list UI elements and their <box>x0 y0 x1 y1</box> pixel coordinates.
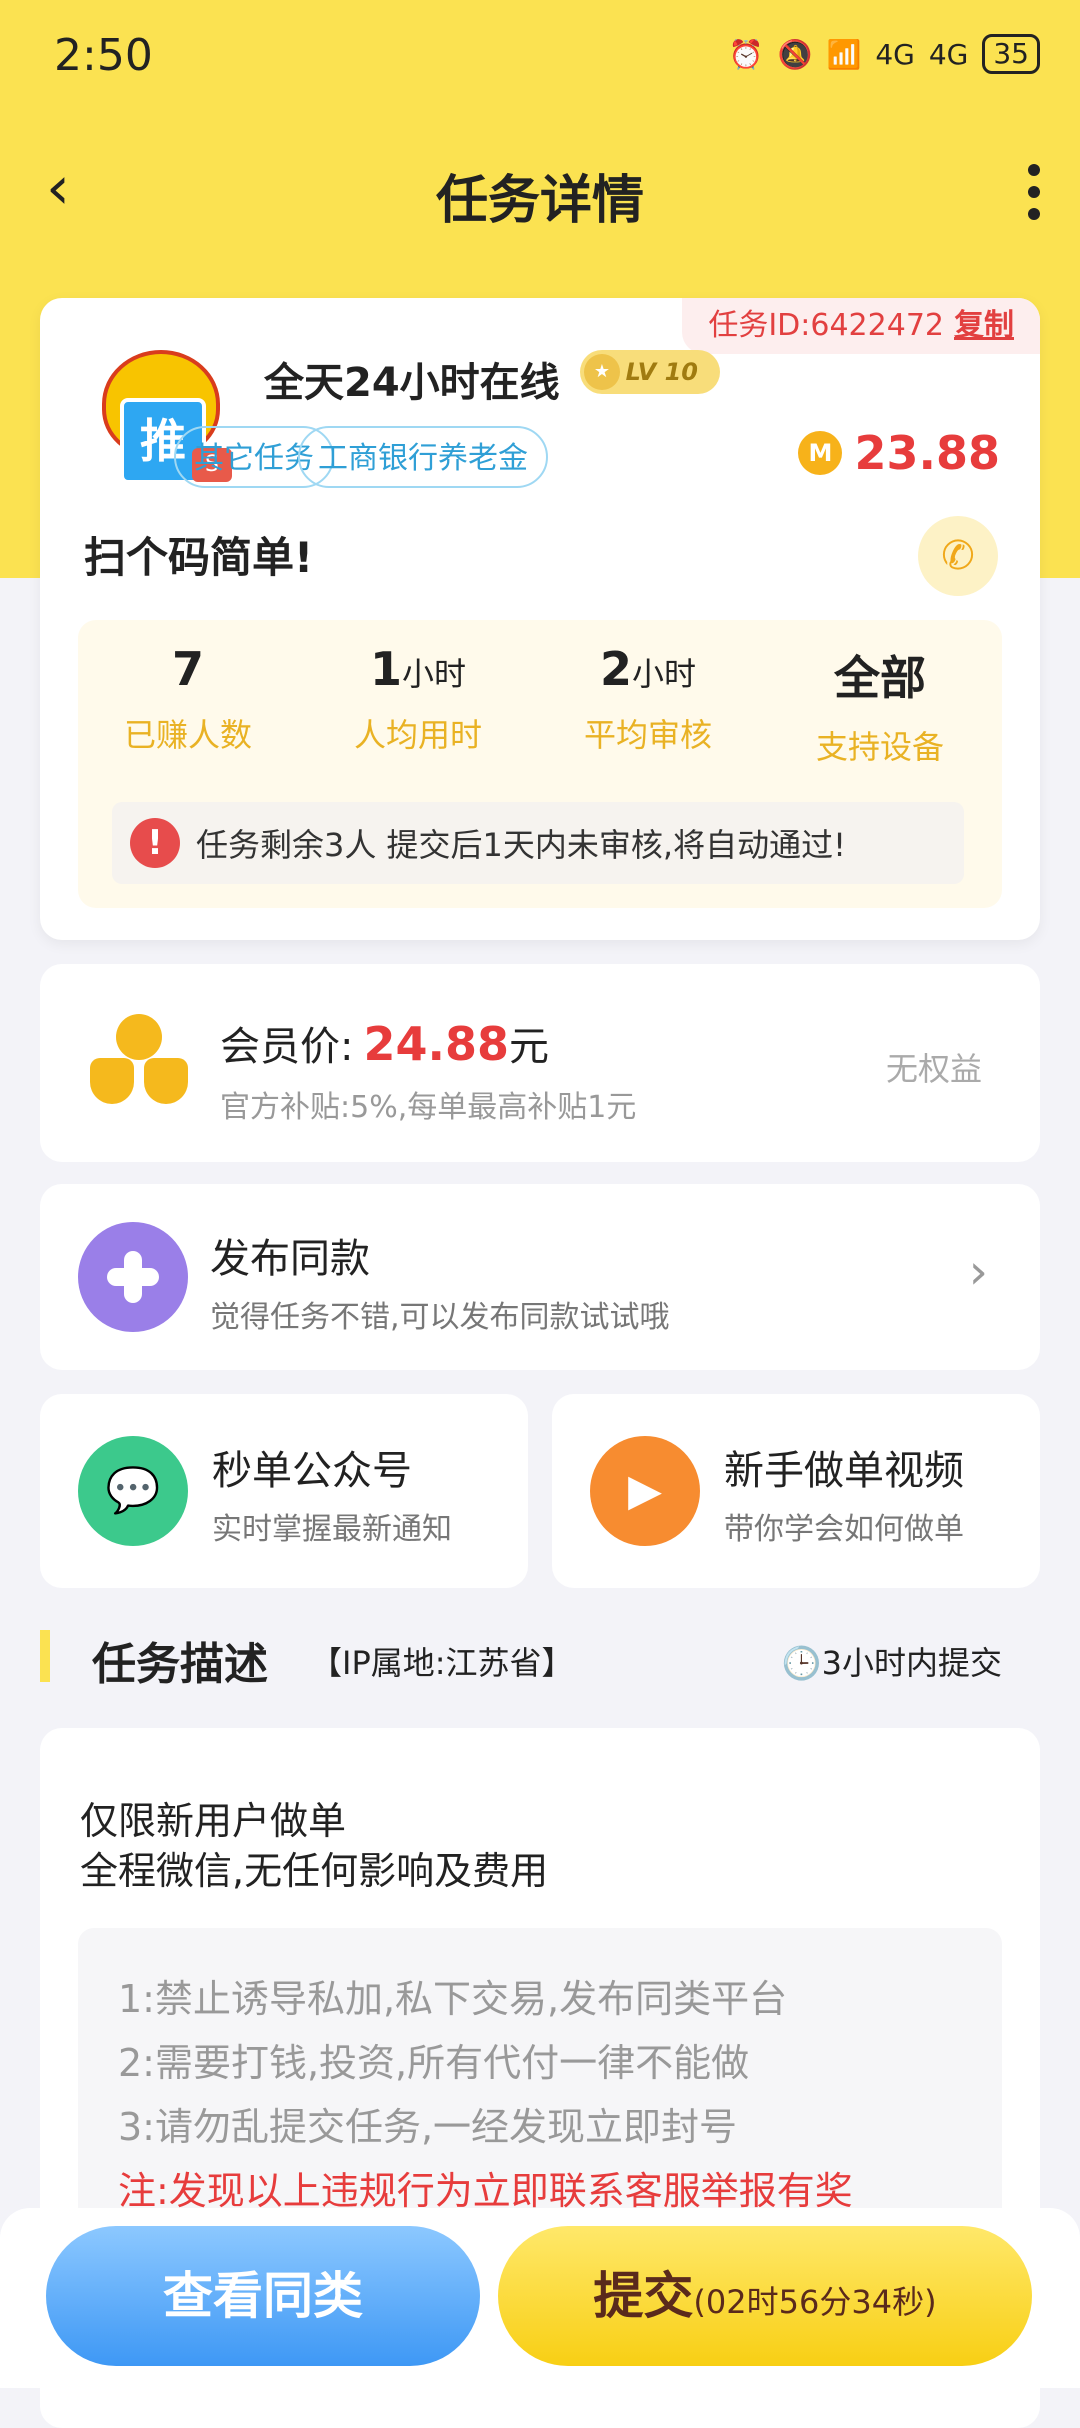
coin-hands-icon <box>88 1004 188 1114</box>
stat-avg-review-value: 2 <box>599 642 632 696</box>
status-bar: 2:50 ⏰ 🔕 📶 4G 4G 35 <box>0 0 1080 118</box>
network-label-2: 4G <box>928 37 969 71</box>
rule-3: 3:请勿乱提交任务,一经发现立即封号 <box>118 2105 738 2149</box>
stat-earned: 7 已赚人数 <box>78 642 298 756</box>
plus-icon <box>78 1222 188 1332</box>
warning-icon: ! <box>130 818 180 868</box>
stat-avg-time-value: 1 <box>369 642 402 696</box>
wechat-official-card[interactable]: 💬 秒单公众号 实时掌握最新通知 <box>40 1394 528 1588</box>
submit-label: 提交 <box>593 2267 694 2325</box>
vip-price-line: 会员价: 24.88元 <box>220 1014 549 1072</box>
mute-icon: 🔕 <box>777 37 813 71</box>
ip-location: 【IP属地:江苏省】 <box>310 1644 574 1682</box>
video-subtitle: 带你学会如何做单 <box>724 1512 964 1547</box>
vip-unit: 元 <box>509 1024 549 1070</box>
publish-same-card[interactable]: 发布同款 觉得任务不错,可以发布同款试试哦 › <box>40 1184 1040 1370</box>
description-header: 任务描述 【IP属地:江苏省】 🕒3小时内提交 <box>40 1628 1040 1690</box>
stat-avg-time: 1小时 人均用时 <box>308 642 528 756</box>
video-icon: ▶ <box>590 1436 700 1546</box>
stat-avg-review-unit: 小时 <box>632 655 697 693</box>
submit-deadline: 🕒3小时内提交 <box>782 1638 1002 1684</box>
wechat-subtitle: 实时掌握最新通知 <box>212 1512 452 1547</box>
wechat-title: 秒单公众号 <box>212 1448 412 1494</box>
level-text: LV 10 <box>625 358 698 386</box>
stat-avg-time-unit: 小时 <box>402 655 467 693</box>
vip-benefit-status: 无权益 <box>885 1050 982 1088</box>
task-slogan: 扫个码简单! <box>84 533 314 582</box>
chevron-right-icon: › <box>968 1244 988 1300</box>
stat-devices: 全部 支持设备 <box>770 642 990 768</box>
description-line-2: 全程微信,无任何影响及费用 <box>80 1849 549 1893</box>
bottom-action-bar: 查看同类 提交(02时56分34秒) <box>0 2208 1080 2388</box>
reward-amount: 23.88 <box>854 426 1000 480</box>
submit-button[interactable]: 提交(02时56分34秒) <box>498 2226 1032 2366</box>
vip-subsidy: 官方补贴:5%,每单最高补贴1元 <box>220 1090 637 1125</box>
stat-devices-value: 全部 <box>834 651 926 705</box>
status-icons: ⏰ 🔕 📶 4G 4G 35 <box>729 34 1040 74</box>
copy-id-button[interactable]: 复制 <box>954 308 1014 343</box>
medal-icon: ★ <box>584 354 620 390</box>
battery-icon: 35 <box>982 34 1040 74</box>
task-stats: 7 已赚人数 1小时 人均用时 2小时 平均审核 全部 支持设备 ! 任务剩余3… <box>78 620 1002 908</box>
reward-price: M 23.88 <box>798 426 1000 480</box>
stat-avg-time-label: 人均用时 <box>353 716 482 754</box>
coin-icon: M <box>798 431 843 475</box>
wechat-icon: 💬 <box>78 1436 188 1546</box>
rule-2: 2:需要打钱,投资,所有代付一律不能做 <box>118 2041 750 2085</box>
view-similar-button[interactable]: 查看同类 <box>46 2226 480 2366</box>
vip-label: 会员价: <box>220 1024 354 1070</box>
submit-countdown: (02时56分34秒) <box>693 2283 937 2321</box>
phone-icon[interactable]: ✆ <box>918 516 998 596</box>
publish-subtitle: 觉得任务不错,可以发布同款试试哦 <box>210 1300 670 1335</box>
task-notice: ! 任务剩余3人 提交后1天内未审核,将自动通过! <box>112 802 964 884</box>
vip-price-card[interactable]: 会员价: 24.88元 官方补贴:5%,每单最高补贴1元 无权益 <box>40 964 1040 1162</box>
level-badge: ★ LV 10 <box>580 350 720 394</box>
stat-avg-review: 2小时 平均审核 <box>538 642 758 756</box>
task-id-badge: 任务ID:6422472 复制 <box>682 298 1040 354</box>
wifi-icon: 📶 <box>826 37 862 71</box>
publish-title: 发布同款 <box>210 1236 370 1282</box>
notice-text: 任务剩余3人 提交后1天内未审核,将自动通过! <box>196 826 846 864</box>
deadline-text: 3小时内提交 <box>821 1644 1002 1682</box>
stat-earned-label: 已赚人数 <box>123 716 252 754</box>
task-name: 全天24小时在线 <box>264 360 560 406</box>
stat-earned-value: 7 <box>171 642 204 696</box>
vip-price: 24.88 <box>363 1017 509 1071</box>
alarm-icon: ⏰ <box>728 37 764 71</box>
nav-bar: ‹ 任务详情 <box>0 140 1080 240</box>
stat-devices-label: 支持设备 <box>815 728 944 766</box>
tutorial-video-card[interactable]: ▶ 新手做单视频 带你学会如何做单 <box>552 1394 1040 1588</box>
network-label-1: 4G <box>875 37 915 71</box>
description-title: 任务描述 <box>92 1639 268 1690</box>
video-title: 新手做单视频 <box>724 1448 964 1494</box>
description-line-1: 仅限新用户做单 <box>80 1799 347 1843</box>
status-time: 2:50 <box>54 30 153 81</box>
page-title: 任务详情 <box>435 171 644 231</box>
task-info-card: 任务ID:6422472 复制 推 S 全天24小时在线 ★ LV 10 其它任务 … <box>40 298 1040 940</box>
section-marker <box>40 1630 50 1682</box>
rule-note: 注:发现以上违规行为立即联系客服举报有奖 <box>118 2169 853 2213</box>
clock-icon: 🕒 <box>781 1644 822 1682</box>
tag-icbc-pension[interactable]: 工商银行养老金 <box>298 426 548 488</box>
rule-1: 1:禁止诱导私加,私下交易,发布同类平台 <box>118 1977 788 2021</box>
stat-avg-review-label: 平均审核 <box>583 716 712 754</box>
more-options-icon[interactable] <box>1024 164 1044 220</box>
task-id-text: 任务ID:6422472 <box>708 308 944 343</box>
